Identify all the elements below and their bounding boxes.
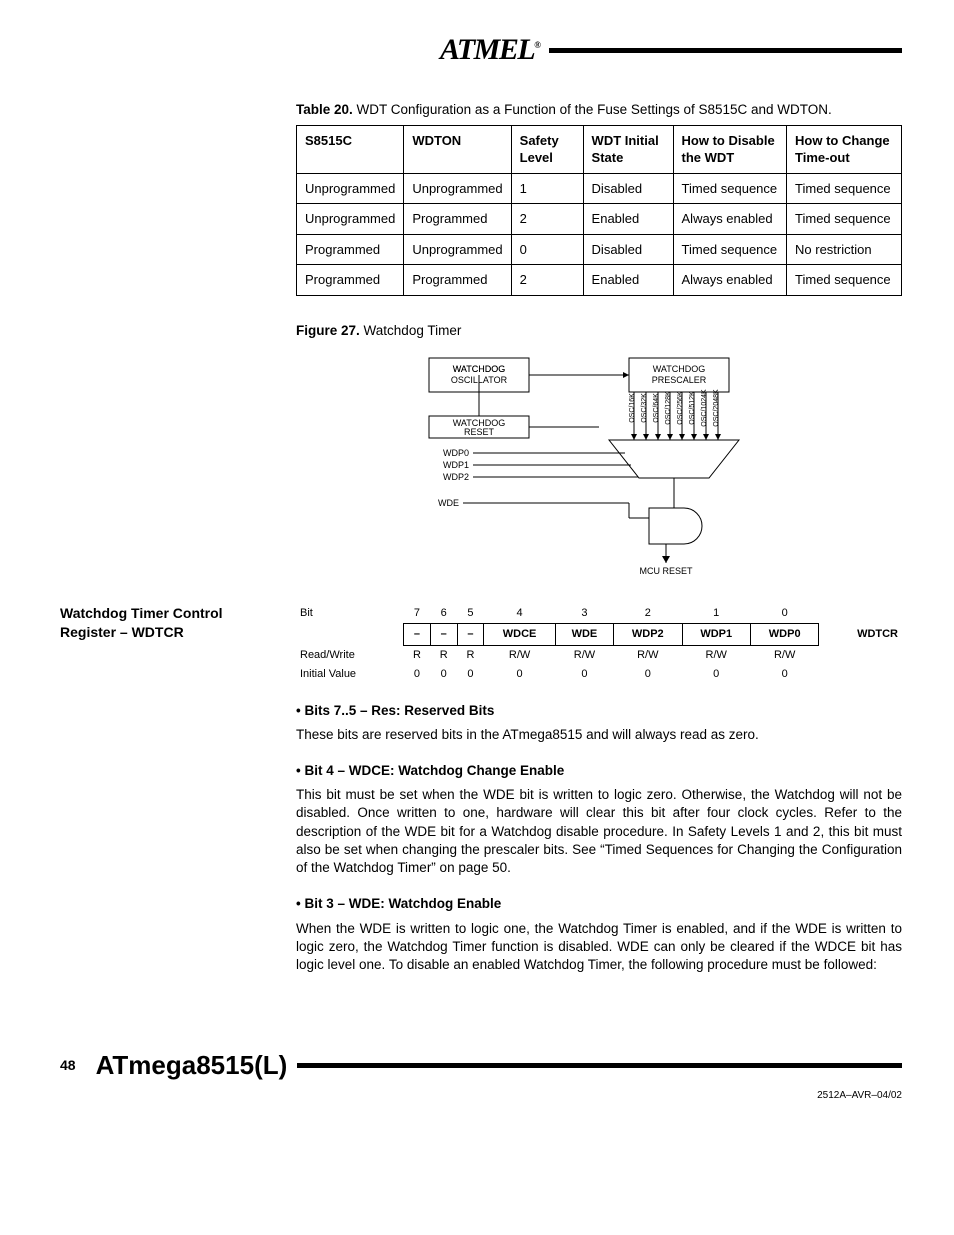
table-row: UnprogrammedUnprogrammed1DisabledTimed s… [297, 173, 902, 204]
doc-title: ATmega8515(L) [96, 1048, 288, 1083]
figure27-caption: Figure 27. Watchdog Timer [296, 322, 902, 340]
bit3-heading: Bit 3 – WDE: Watchdog Enable [296, 895, 902, 913]
footer-rule [297, 1063, 902, 1068]
svg-text:WDP1: WDP1 [443, 460, 469, 470]
figure27-diagram: WATCHDOG WATCHDOG OSCILLATOR WATCHDOG PR… [409, 348, 789, 578]
header-rule [549, 48, 902, 53]
svg-text:OSC/64K: OSC/64K [653, 393, 660, 423]
svg-text:OSC/256K: OSC/256K [677, 391, 684, 425]
svg-text:WDP2: WDP2 [443, 472, 469, 482]
svg-text:WATCHDOG: WATCHDOG [453, 364, 506, 374]
bits75-heading: Bits 7..5 – Res: Reserved Bits [296, 702, 902, 720]
table-row: UnprogrammedProgrammed2EnabledAlways ena… [297, 204, 902, 235]
page-footer: 48 ATmega8515(L) [60, 1048, 902, 1083]
header-logo-row: ATMEL® [440, 30, 902, 71]
svg-text:OSC/1024K: OSC/1024K [701, 389, 708, 427]
svg-text:WATCHDOG: WATCHDOG [653, 364, 706, 374]
bit3-text: When the WDE is written to logic one, th… [296, 920, 902, 975]
svg-text:OSC/32K: OSC/32K [641, 393, 648, 423]
register-table: Bit 76543210 –––WDCEWDEWDP2WDP1WDP0 WDTC… [296, 604, 902, 683]
svg-text:OSC/2048K: OSC/2048K [713, 389, 720, 427]
svg-text:WDE: WDE [438, 498, 459, 508]
svg-text:OSC/16K: OSC/16K [629, 393, 636, 423]
doc-revision: 2512A–AVR–04/02 [60, 1089, 902, 1103]
svg-text:OSC/512K: OSC/512K [689, 391, 696, 425]
svg-text:MCU RESET: MCU RESET [639, 566, 693, 576]
bits75-text: These bits are reserved bits in the ATme… [296, 726, 902, 744]
table20-header-row: S8515C WDTON Safety Level WDT Initial St… [297, 125, 902, 173]
atmel-logo: ATMEL® [440, 30, 539, 71]
table20-caption: Table 20. WDT Configuration as a Functio… [296, 101, 902, 119]
side-heading-wdtcr: Watchdog Timer Control Register – WDTCR [60, 604, 296, 978]
table-row: ProgrammedUnprogrammed0DisabledTimed seq… [297, 234, 902, 265]
bit4-text: This bit must be set when the WDE bit is… [296, 786, 902, 877]
bit4-heading: Bit 4 – WDCE: Watchdog Change Enable [296, 762, 902, 780]
table-row: ProgrammedProgrammed2EnabledAlways enabl… [297, 265, 902, 296]
svg-text:RESET: RESET [464, 427, 495, 437]
svg-text:OSC/128K: OSC/128K [665, 391, 672, 425]
svg-text:PRESCALER: PRESCALER [652, 375, 707, 385]
page-number: 48 [60, 1056, 76, 1075]
svg-text:WDP0: WDP0 [443, 448, 469, 458]
table20: S8515C WDTON Safety Level WDT Initial St… [296, 125, 902, 296]
